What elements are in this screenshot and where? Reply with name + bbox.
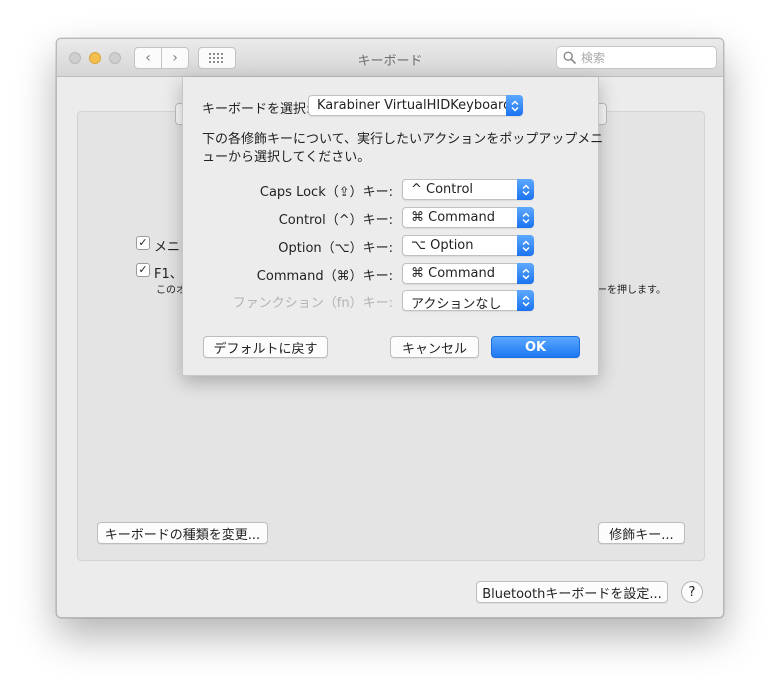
keyboard-select[interactable]: Karabiner VirtualHIDKeyboard <box>308 95 523 116</box>
control-select[interactable]: ⌘ Command <box>402 207 534 228</box>
keyboard-select-value: Karabiner VirtualHIDKeyboard <box>317 98 512 113</box>
option-label: Option（⌥）キー: <box>278 241 393 256</box>
command-label: Command（⌘）キー: <box>256 269 393 284</box>
chevron-updown-icon <box>517 207 534 228</box>
caps-lock-label: Caps Lock（⇪）キー: <box>259 185 393 200</box>
fkeys-hint-right: ーを押します。 <box>597 285 666 296</box>
command-select-value: ⌘ Command <box>411 266 495 281</box>
restore-defaults-button[interactable]: デフォルトに戻す <box>203 336 328 358</box>
caps-lock-select-value: ^ Control <box>411 182 474 197</box>
chevron-updown-icon <box>506 95 523 116</box>
description-line1: 下の各修飾キーについて、実行したいアクションをポップアップメニ <box>202 132 604 147</box>
search-placeholder: 検索 <box>581 51 606 65</box>
chevron-updown-icon <box>517 263 534 284</box>
control-select-value: ⌘ Command <box>411 210 495 225</box>
search-field[interactable]: 検索 <box>556 46 717 69</box>
function-select-value: アクションなし <box>411 297 502 312</box>
description-line2: ューから選択してください。 <box>202 150 371 165</box>
change-keyboard-type-button[interactable]: キーボードの種類を変更... <box>97 522 268 544</box>
function-select[interactable]: アクションなし <box>402 290 534 312</box>
ok-button[interactable]: OK <box>491 336 580 358</box>
command-select[interactable]: ⌘ Command <box>402 263 534 284</box>
modifier-keys-sheet: キーボードを選択: Karabiner VirtualHIDKeyboard 下… <box>182 77 603 376</box>
chevron-updown-icon <box>517 290 534 311</box>
help-button[interactable]: ? <box>681 581 703 603</box>
caps-lock-select[interactable]: ^ Control <box>402 179 534 200</box>
function-label: ファンクション（fn）キー: <box>232 296 393 311</box>
control-label: Control（^）キー: <box>278 213 393 228</box>
chevron-updown-icon <box>517 235 534 256</box>
modifier-keys-button[interactable]: 修飾キー... <box>598 522 685 544</box>
cancel-button[interactable]: キャンセル <box>390 336 479 358</box>
search-icon <box>563 51 576 64</box>
title-bar: ‹ › キーボード 検索 <box>57 39 723 77</box>
setup-bluetooth-keyboard-button[interactable]: Bluetoothキーボードを設定... <box>476 581 668 603</box>
chevron-updown-icon <box>517 179 534 200</box>
option-select[interactable]: ⌥ Option <box>402 235 534 256</box>
menu-checkbox[interactable]: ✓ <box>136 236 150 250</box>
option-select-value: ⌥ Option <box>411 238 474 253</box>
fkeys-checkbox[interactable]: ✓ <box>136 263 150 277</box>
select-keyboard-label: キーボードを選択: <box>202 102 311 117</box>
